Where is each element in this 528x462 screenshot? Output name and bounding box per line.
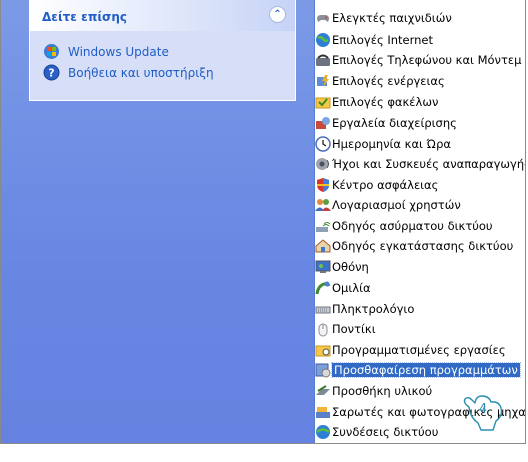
list-item-network-setup-wizard[interactable]: Οδηγός εγκατάστασης δικτύου [315,236,525,256]
folder-options-icon [315,97,331,109]
item-label: Επιλογές ενέργειας [332,74,445,88]
item-label: Κέντρο ασφάλειας [332,178,439,192]
item-label: Προγραμματισμένες εργασίες [332,343,506,357]
item-label: Επιλογές Τηλεφώνου και Μόντεμ [332,53,522,67]
item-label: Ομιλία [332,281,371,295]
list-item-internet-options[interactable]: Επιλογές Internet [315,30,525,50]
svg-text:?: ? [48,67,54,80]
control-panel-items: Ελεγκτές παιχνιδιών Επιλογές Internet Επ… [315,0,525,443]
see-also-header[interactable]: Δείτε επίσης ⌃ [30,0,295,31]
windows-update-link[interactable]: Windows Update [43,41,295,62]
item-label: Επιλογές φακέλων [332,95,439,109]
see-also-title: Δείτε επίσης [42,10,128,24]
help-support-label: Βοήθεια και υποστήριξη [68,65,214,80]
security-shield-icon [317,178,329,192]
item-label: Πληκτρολόγιο [332,302,415,316]
scanner-camera-icon [316,407,330,418]
item-label: Ημερομηνία και Ώρα [332,137,451,151]
item-label: Προσθαφαίρεση προγραμμάτων [331,362,521,378]
list-item-power-options[interactable]: Επιλογές ενέργειας [315,71,525,91]
collapse-chevron-icon[interactable]: ⌃ [269,6,286,23]
list-item-date-time[interactable]: Ημερομηνία και Ώρα [315,134,525,154]
mouse-icon [318,323,328,337]
speaker-icon [316,158,329,170]
step-number: 4 [478,402,488,417]
list-item-folder-options[interactable]: Επιλογές φακέλων [315,92,525,112]
see-also-panel: Δείτε επίσης ⌃ Windows Update ? Βοήθεια … [29,0,296,101]
list-item-keyboard[interactable]: Πληκτρολόγιο [315,299,525,319]
list-item-speech[interactable]: Ομιλία [315,278,525,298]
list-item-admin-tools[interactable]: Εργαλεία διαχείρισης [315,113,525,133]
item-label: Ήχοι και Συσκευές αναπαραγωγής [332,157,525,171]
list-item-user-accounts[interactable]: Λογαριασμοί χρηστών [315,195,525,215]
windows-update-icon [44,44,59,59]
scheduled-tasks-icon [315,345,331,357]
list-item-mouse[interactable]: Ποντίκι [315,319,525,339]
item-label: Συνδέσεις δικτύου [332,425,439,439]
add-remove-programs-icon [315,363,331,378]
list-item-scheduled-tasks[interactable]: Προγραμματισμένες εργασίες [315,340,525,360]
item-label: Επιλογές Internet [332,33,434,47]
item-label: Προσθήκη υλικού [332,384,433,398]
control-panel-window: Δείτε επίσης ⌃ Windows Update ? Βοήθεια … [0,0,526,444]
windows-update-label: Windows Update [68,44,169,59]
power-options-icon [317,75,329,87]
internet-globe-icon [316,33,330,47]
list-item-wireless-network-wizard[interactable]: Οδηγός ασύρματου δικτύου [315,216,525,236]
network-setup-icon [315,239,331,253]
keyboard-icon [315,306,331,314]
item-label: Εργαλεία διαχείρισης [332,116,457,130]
list-item-game-controllers[interactable]: Ελεγκτές παιχνιδιών [315,8,525,28]
list-item-sounds[interactable]: Ήχοι και Συσκευές αναπαραγωγής [315,154,525,174]
item-label: Οδηγός εγκατάστασης δικτύου [332,239,514,253]
speech-icon [315,281,331,295]
task-pane: Δείτε επίσης ⌃ Windows Update ? Βοήθεια … [1,0,315,443]
help-icon: ? [43,64,60,81]
list-item-add-remove-programs[interactable]: Προσθαφαίρεση προγραμμάτων [315,360,525,380]
game-controller-icon [317,15,329,22]
add-hardware-icon [316,385,330,395]
admin-tools-icon [316,117,330,129]
item-label: Οθόνη [332,260,369,274]
user-accounts-icon [315,199,331,211]
network-connections-icon [316,425,330,439]
list-item-display[interactable]: Οθόνη [315,257,525,277]
display-icon [315,260,331,273]
phone-modem-icon [316,54,330,66]
item-label: Λογαριασμοί χρηστών [332,198,461,212]
clock-icon [315,136,331,152]
wireless-network-icon [316,222,331,232]
list-item-phone-modem[interactable]: Επιλογές Τηλεφώνου και Μόντεμ [315,50,525,70]
item-label: Ελεγκτές παιχνιδιών [332,11,452,25]
item-label: Οδηγός ασύρματου δικτύου [332,219,493,233]
help-support-link[interactable]: ? Βοήθεια και υποστήριξη [43,62,295,83]
list-item-security-center[interactable]: Κέντρο ασφάλειας [315,175,525,195]
item-label: Ποντίκι [332,322,376,336]
